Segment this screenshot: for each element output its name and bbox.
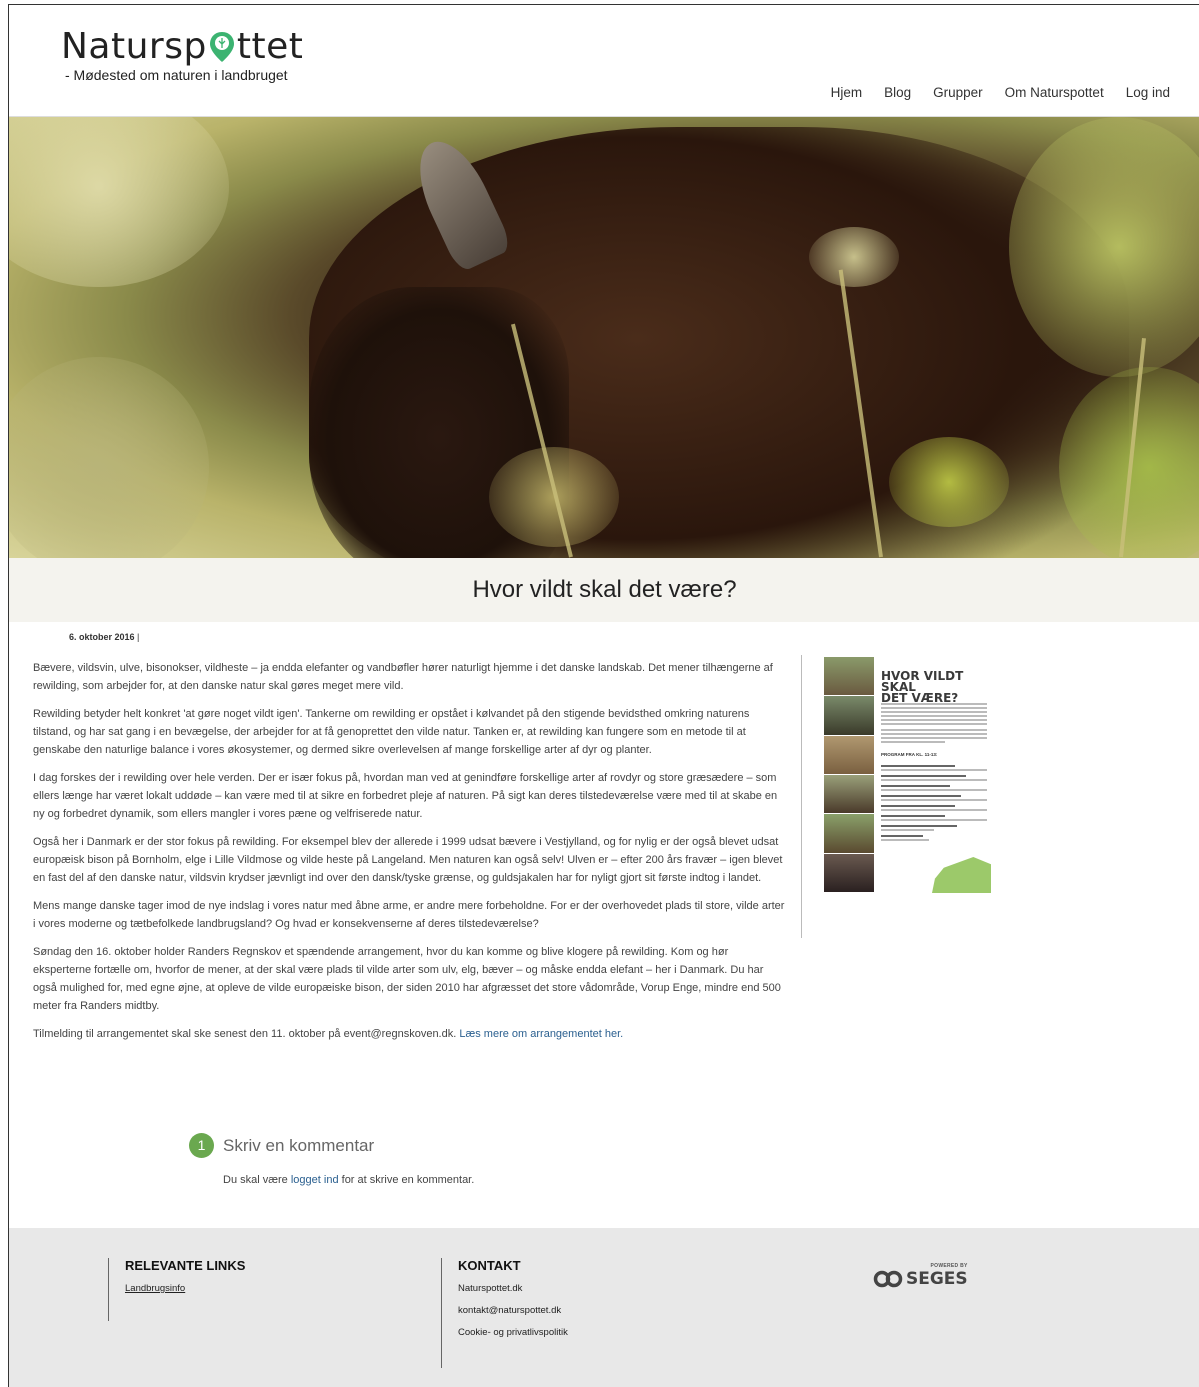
footer-link-landbrugsinfo[interactable]: Landbrugsinfo — [125, 1283, 245, 1294]
site-header: Natursp ttet - Mødested om naturen i lan… — [9, 5, 1199, 117]
footer-contact-heading: KONTAKT — [458, 1258, 521, 1273]
seges-wordmark: SEGES — [906, 1269, 968, 1289]
article-title: Hvor vildt skal det være? — [472, 576, 737, 603]
poster-photo-strip — [824, 657, 874, 893]
article-paragraph: Bævere, vildsvin, ulve, bisonokser, vild… — [33, 662, 773, 692]
meta-separator: | — [137, 632, 140, 642]
footer-contact-column: KONTAKT Naturspottet.dk kontakt@naturspo… — [441, 1258, 568, 1368]
footer-contact-item: Naturspottet.dk — [458, 1283, 568, 1294]
poster-photo — [824, 814, 874, 854]
nav-log-ind[interactable]: Log ind — [1126, 85, 1170, 100]
article-paragraph: I dag forskes der i rewilding over hele … — [33, 772, 778, 820]
site-footer: RELEVANTE LINKS Landbrugsinfo KONTAKT Na… — [9, 1228, 1199, 1387]
read-more-link[interactable]: Læs mere om arrangementet her. — [459, 1028, 623, 1040]
login-link[interactable]: logget ind — [291, 1174, 339, 1186]
hero-bison-image — [9, 117, 1199, 558]
foliage — [9, 357, 209, 558]
poster-text-block — [881, 703, 987, 745]
footer-contact-item: kontakt@naturspottet.dk — [458, 1305, 568, 1316]
note-text: for at skrive en kommentar. — [338, 1174, 475, 1186]
article-date: 6. oktober 2016 — [69, 632, 135, 642]
logo-title: Natursp ttet — [61, 25, 303, 69]
map-pin-icon — [209, 32, 234, 62]
nav-hjem[interactable]: Hjem — [831, 85, 863, 100]
event-poster-image[interactable]: HVOR VILDT SKAL DET VÆRE? PROGRAM FRA KL… — [824, 657, 991, 893]
poster-photo — [824, 774, 874, 815]
poster-title-line: HVOR VILDT SKAL — [881, 669, 964, 694]
article-paragraph: Søndag den 16. oktober holder Randers Re… — [33, 946, 781, 1012]
poster-title: HVOR VILDT SKAL DET VÆRE? — [881, 669, 991, 704]
article-body: Bævere, vildsvin, ulve, bisonokser, vild… — [33, 659, 785, 1053]
poster-map-graphic — [932, 857, 991, 893]
poster-photo — [824, 696, 874, 736]
foliage — [889, 437, 1009, 527]
sidebar-divider — [801, 655, 802, 938]
nav-blog[interactable]: Blog — [884, 85, 911, 100]
footer-link-naturspottet[interactable]: Naturspottet.dk — [458, 1283, 522, 1294]
logo-text-start: Natursp — [61, 26, 207, 67]
poster-photo — [824, 853, 874, 893]
main-nav: Hjem Blog Grupper Om Naturspottet Log in… — [831, 85, 1170, 100]
footer-link-email[interactable]: kontakt@naturspottet.dk — [458, 1305, 561, 1316]
comment-heading: Skriv en kommentar — [223, 1135, 375, 1155]
signup-text: Tilmelding til arrangementet skal ske se… — [33, 1028, 460, 1040]
poster-program-heading: PROGRAM FRA KL. 11-13: — [881, 752, 938, 757]
note-text: Du skal være — [223, 1174, 291, 1186]
poster-photo — [824, 735, 874, 775]
comment-count-badge: 1 — [189, 1133, 214, 1158]
foliage — [9, 117, 229, 287]
poster-program-lines — [881, 761, 987, 843]
article-paragraph: Rewilding betyder helt konkret 'at gøre … — [33, 708, 750, 756]
article-paragraph-last: Tilmelding til arrangementet skal ske se… — [33, 1025, 785, 1043]
page-frame: Natursp ttet - Mødested om naturen i lan… — [8, 4, 1199, 1387]
article-title-band: Hvor vildt skal det være? — [9, 558, 1199, 622]
login-required-note: Du skal være logget ind for at skrive en… — [223, 1174, 474, 1186]
nav-om-naturspottet[interactable]: Om Naturspottet — [1005, 85, 1104, 100]
footer-contact-item: Cookie- og privatlivspolitik — [458, 1327, 568, 1338]
footer-link-cookie-policy[interactable]: Cookie- og privatlivspolitik — [458, 1327, 568, 1338]
poster-photo — [824, 657, 874, 697]
comment-header: 1 Skriv en kommentar — [189, 1133, 374, 1158]
seges-infinity-icon — [873, 1270, 903, 1288]
site-logo[interactable]: Natursp ttet - Mødested om naturen i lan… — [61, 25, 303, 83]
article-meta: 6. oktober 2016 | — [69, 632, 139, 642]
logo-text-end: ttet — [236, 26, 304, 67]
logo-tagline: - Mødested om naturen i landbruget — [65, 67, 288, 83]
foliage — [809, 227, 899, 287]
article-paragraph: Mens mange danske tager imod de nye inds… — [33, 900, 785, 930]
footer-links-heading: RELEVANTE LINKS — [125, 1258, 246, 1273]
footer-links-column: RELEVANTE LINKS Landbrugsinfo — [108, 1258, 245, 1321]
seges-logo[interactable]: POWERED BY SEGES — [873, 1263, 968, 1289]
seges-mark: SEGES — [873, 1269, 968, 1289]
nav-grupper[interactable]: Grupper — [933, 85, 983, 100]
article-paragraph: Også her i Danmark er der stor fokus på … — [33, 836, 783, 884]
